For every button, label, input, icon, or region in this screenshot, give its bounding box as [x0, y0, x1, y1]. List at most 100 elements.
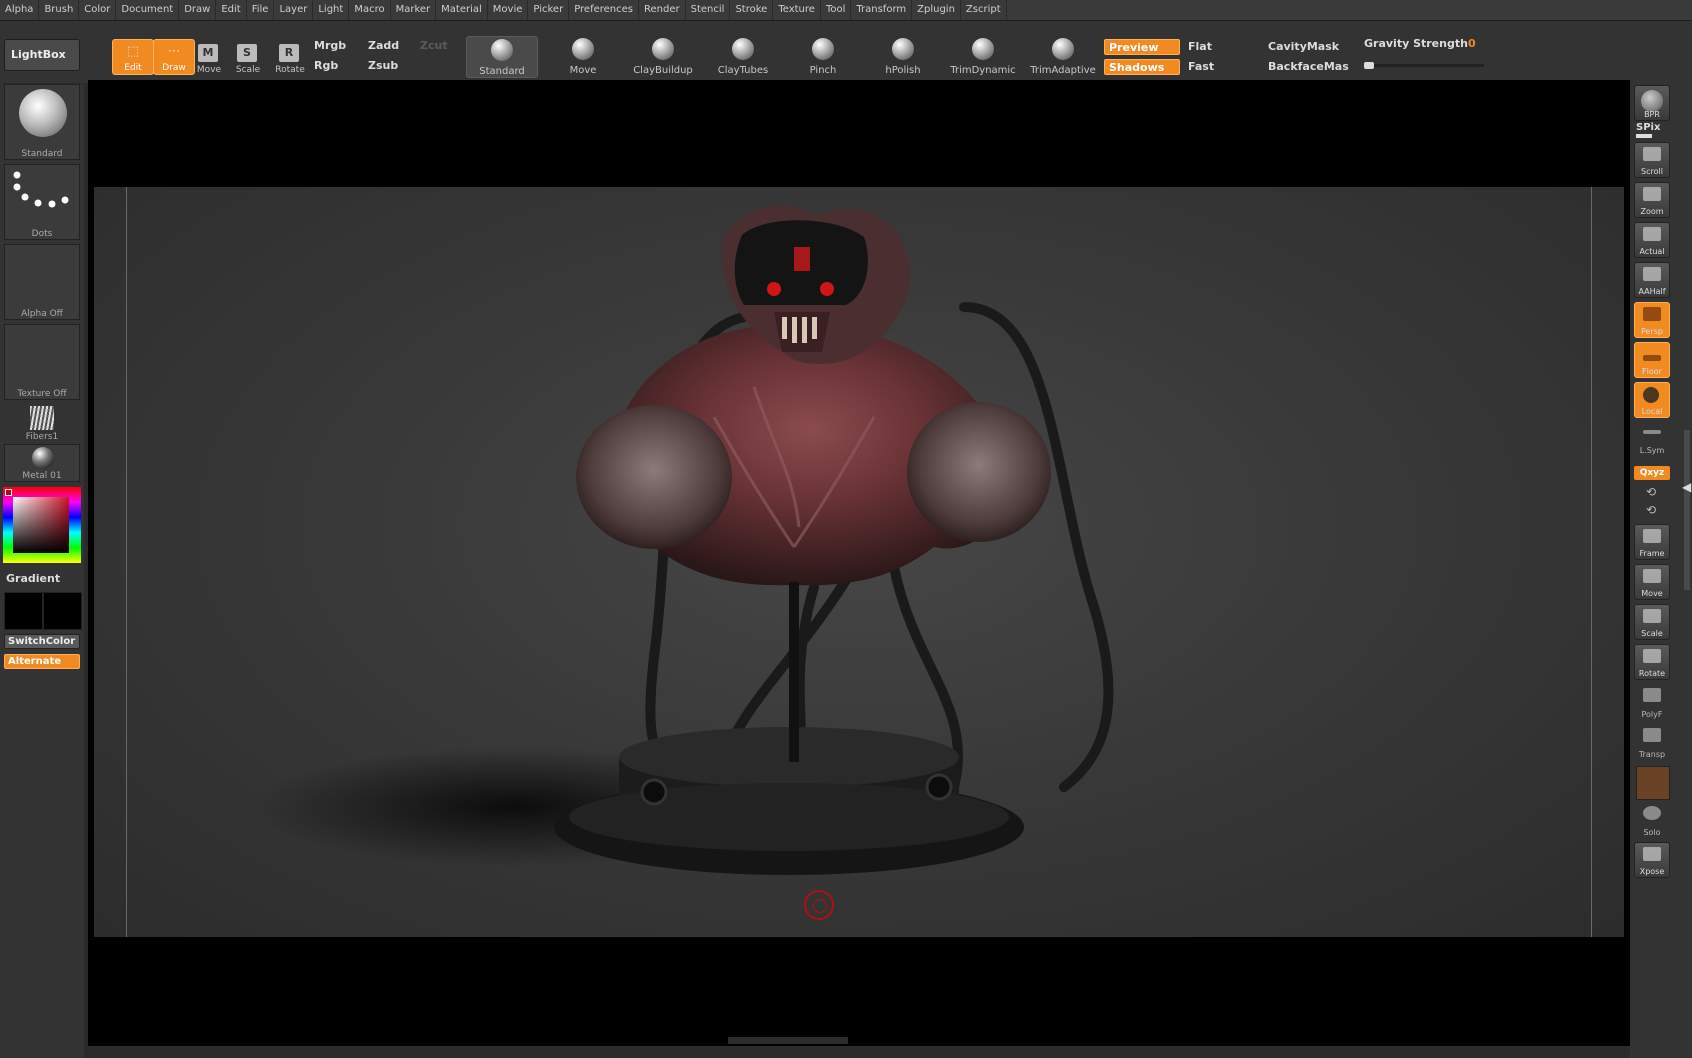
brush-trimadaptive[interactable]: TrimAdaptive [1028, 36, 1098, 76]
color-picker[interactable] [3, 487, 81, 563]
brush-move[interactable]: Move [548, 36, 618, 76]
menu-item-color[interactable]: Color [79, 0, 117, 20]
secondary-color-swatch[interactable] [43, 592, 82, 630]
alternate-button[interactable]: Alternate [4, 654, 80, 669]
menu-item-stencil[interactable]: Stencil [686, 0, 731, 20]
lightbox-button[interactable]: LightBox [4, 39, 80, 71]
xpose-button[interactable]: Xpose [1634, 842, 1670, 878]
brush-trimdynamic-icon [972, 38, 994, 60]
menu-item-render[interactable]: Render [639, 0, 686, 20]
scroll-button[interactable]: Scroll [1634, 142, 1670, 178]
switchcolor-button[interactable]: SwitchColor [4, 634, 80, 649]
polyf-button[interactable]: PolyF [1634, 684, 1670, 720]
transp-button[interactable]: Transp [1634, 724, 1670, 760]
flat-button[interactable]: Flat [1184, 39, 1260, 55]
shadows-button[interactable]: Shadows [1104, 59, 1180, 75]
scale-button[interactable]: S Scale [228, 42, 268, 76]
main-color-swatch[interactable] [4, 592, 43, 630]
brush-claybuildup[interactable]: ClayBuildup [628, 36, 698, 76]
mrgb-button[interactable]: Mrgb [308, 37, 368, 55]
backfacemask-button[interactable]: BackfaceMas [1264, 59, 1349, 75]
zsub-button[interactable]: Zsub [362, 57, 422, 75]
brush-claytubes[interactable]: ClayTubes [708, 36, 778, 76]
texture-thumbnail[interactable]: Texture Off [4, 324, 80, 400]
right-scrollbar[interactable] [1684, 430, 1690, 590]
stroke-thumbnail[interactable]: Dots [4, 164, 80, 240]
brush-thumbnail[interactable]: Standard [4, 84, 80, 160]
aahalf-button[interactable]: AAHalf [1634, 262, 1670, 298]
document-canvas[interactable] [88, 80, 1630, 1046]
rotate-button[interactable]: R Rotate [270, 42, 310, 76]
menu-item-texture[interactable]: Texture [773, 0, 821, 20]
move-button[interactable]: M Move [189, 42, 229, 76]
actual-label: Actual [1639, 247, 1665, 256]
frame-label: Frame [1639, 549, 1665, 558]
zoom-button[interactable]: Zoom [1634, 182, 1670, 218]
collapse-arrow-icon[interactable]: ◀ [1682, 480, 1691, 494]
gravity-strength-slider[interactable]: Gravity Strength 0 [1360, 35, 1490, 75]
menu-item-picker[interactable]: Picker [528, 0, 570, 20]
rotate-y-icon[interactable]: ⟲ [1646, 485, 1656, 499]
alpha-thumbnail[interactable]: Alpha Off [4, 244, 80, 320]
menu-item-stroke[interactable]: Stroke [730, 0, 774, 20]
record-icon [813, 899, 827, 913]
lsym-arrows-icon [1643, 430, 1661, 434]
rotate-z-icon[interactable]: ⟲ [1646, 503, 1656, 517]
move-view-button[interactable]: Move [1634, 564, 1670, 600]
brush-pinch[interactable]: Pinch [788, 36, 858, 76]
menu-item-transform[interactable]: Transform [851, 0, 913, 20]
viewport[interactable] [94, 187, 1624, 937]
frame-button[interactable]: Frame [1634, 524, 1670, 560]
menu-item-zplugin[interactable]: Zplugin [912, 0, 961, 20]
xyz-button[interactable]: Qxyz [1634, 466, 1670, 480]
cavitymask-button[interactable]: CavityMask [1264, 39, 1348, 55]
lsym-button[interactable]: L.Sym [1634, 420, 1670, 456]
actual-button[interactable]: Actual [1634, 222, 1670, 258]
menu-item-brush[interactable]: Brush [39, 0, 80, 20]
menu-item-light[interactable]: Light [313, 0, 350, 20]
solo-button[interactable]: Solo [1634, 802, 1670, 838]
scale-view-button[interactable]: Scale [1634, 604, 1670, 640]
edit-icon: ⬚ [126, 44, 140, 59]
zadd-button[interactable]: Zadd [362, 37, 422, 55]
zoom-label: Zoom [1640, 207, 1664, 216]
preview-button[interactable]: Preview [1104, 39, 1180, 55]
brush-claybuildup-icon [652, 38, 674, 60]
brush-trimdynamic[interactable]: TrimDynamic [948, 36, 1018, 76]
menu-item-material[interactable]: Material [436, 0, 488, 20]
menu-item-tool[interactable]: Tool [821, 0, 852, 20]
color-picker-square[interactable] [13, 497, 69, 553]
ghost-color-swatch[interactable] [1636, 766, 1670, 800]
menu-item-zscript[interactable]: Zscript [961, 0, 1007, 20]
rotate-view-button[interactable]: Rotate [1634, 644, 1670, 680]
floor-button[interactable]: Floor [1634, 342, 1670, 378]
bpr-button[interactable]: BPR [1634, 85, 1670, 121]
menu-item-marker[interactable]: Marker [391, 0, 437, 20]
rgb-button[interactable]: Rgb [308, 57, 368, 75]
spix-slider[interactable] [1636, 134, 1652, 138]
brush-move-icon [572, 38, 594, 60]
gravity-strength-track [1364, 64, 1484, 67]
material-thumbnail[interactable]: Metal 01 [4, 444, 80, 482]
menu-item-document[interactable]: Document [116, 0, 180, 20]
menu-item-draw[interactable]: Draw [179, 0, 217, 20]
alternate-label: Alternate [8, 656, 62, 667]
fibers-thumbnail[interactable]: Fibers1 [4, 404, 80, 442]
brush-hpolish[interactable]: hPolish [868, 36, 938, 76]
menu-item-macro[interactable]: Macro [349, 0, 391, 20]
menu-item-preferences[interactable]: Preferences [569, 0, 640, 20]
bottom-tray-handle[interactable] [728, 1037, 848, 1044]
fast-button[interactable]: Fast [1184, 59, 1260, 75]
zcut-button[interactable]: Zcut [414, 37, 474, 55]
menu-item-layer[interactable]: Layer [274, 0, 314, 20]
edit-button[interactable]: ⬚ Edit [112, 39, 154, 75]
gravity-strength-handle[interactable] [1364, 62, 1374, 69]
menu-item-alpha[interactable]: Alpha [0, 0, 40, 20]
menu-item-file[interactable]: File [247, 0, 275, 20]
brush-standard[interactable]: Standard [466, 36, 538, 78]
menu-item-edit[interactable]: Edit [216, 0, 247, 20]
menu-item-movie[interactable]: Movie [488, 0, 529, 20]
local-button[interactable]: Local [1634, 382, 1670, 418]
record-button[interactable] [804, 890, 834, 920]
persp-button[interactable]: Persp [1634, 302, 1670, 338]
